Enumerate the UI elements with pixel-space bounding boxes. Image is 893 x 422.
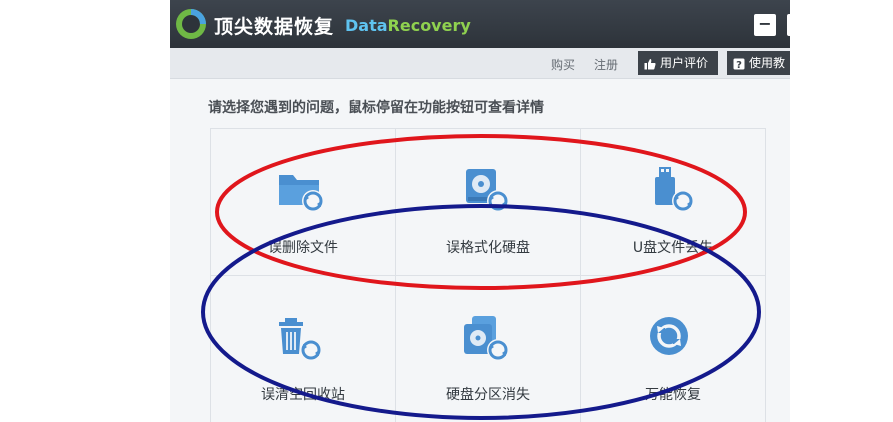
minimize-button[interactable]: − xyxy=(754,14,776,36)
tutorial-button[interactable]: ? 使用教 xyxy=(727,51,790,75)
brand-part-recovery: Recovery xyxy=(387,16,471,35)
svg-text:?: ? xyxy=(736,60,742,70)
close-button[interactable] xyxy=(787,14,790,36)
tile-partition-lost[interactable]: 硬盘分区消失 xyxy=(396,276,581,422)
universal-recover-icon xyxy=(650,317,688,355)
app-title: 顶尖数据恢复 xyxy=(214,16,335,38)
tile-deleted-files[interactable]: 误删除文件 xyxy=(211,129,396,276)
tile-label: 误清空回收站 xyxy=(261,387,345,403)
title-bar[interactable]: 顶尖数据恢复 DataRecovery − xyxy=(170,0,790,48)
folder-recover-icon xyxy=(279,175,324,212)
tile-label: 硬盘分区消失 xyxy=(446,387,530,403)
register-link[interactable]: 注册 xyxy=(594,56,618,73)
tile-label: 误格式化硬盘 xyxy=(446,240,530,256)
app-window: 顶尖数据恢复 DataRecovery − 购买 注册 用户评价 ? 使用教 请… xyxy=(170,0,790,422)
top-toolbar: 购买 注册 用户评价 ? 使用教 xyxy=(170,48,790,79)
trash-recover-icon xyxy=(279,318,322,361)
instruction-text: 请选择您遇到的问题，鼠标停留在功能按钮可查看详情 xyxy=(208,100,544,116)
buy-link[interactable]: 购买 xyxy=(551,56,575,73)
brand-name: DataRecovery xyxy=(345,16,471,35)
thumbs-up-icon xyxy=(644,59,656,70)
user-review-button[interactable]: 用户评价 xyxy=(638,51,718,75)
tile-formatted-disk[interactable]: 误格式化硬盘 xyxy=(396,129,581,276)
tile-label: U盘文件丢失 xyxy=(632,240,714,256)
app-logo-icon xyxy=(176,9,206,39)
tile-label: 万能恢复 xyxy=(645,387,701,403)
partition-recover-icon xyxy=(464,316,509,361)
recovery-options-grid: 误删除文件 误格式化硬盘 U盘文件丢失 误清空回收站 硬盘分区消失 万能恢复 xyxy=(210,128,766,422)
tile-universal-recovery[interactable]: 万能恢复 xyxy=(581,276,766,422)
tutorial-label: 使用教 xyxy=(749,56,786,70)
usb-recover-icon xyxy=(655,167,694,212)
tile-usb-files-lost[interactable]: U盘文件丢失 xyxy=(581,129,766,276)
brand-part-data: Data xyxy=(345,16,388,35)
help-icon: ? xyxy=(733,58,745,71)
hdd-recover-icon xyxy=(466,169,509,212)
tile-emptied-recycle-bin[interactable]: 误清空回收站 xyxy=(211,276,396,422)
user-review-label: 用户评价 xyxy=(660,56,709,70)
tile-label: 误删除文件 xyxy=(268,240,338,256)
